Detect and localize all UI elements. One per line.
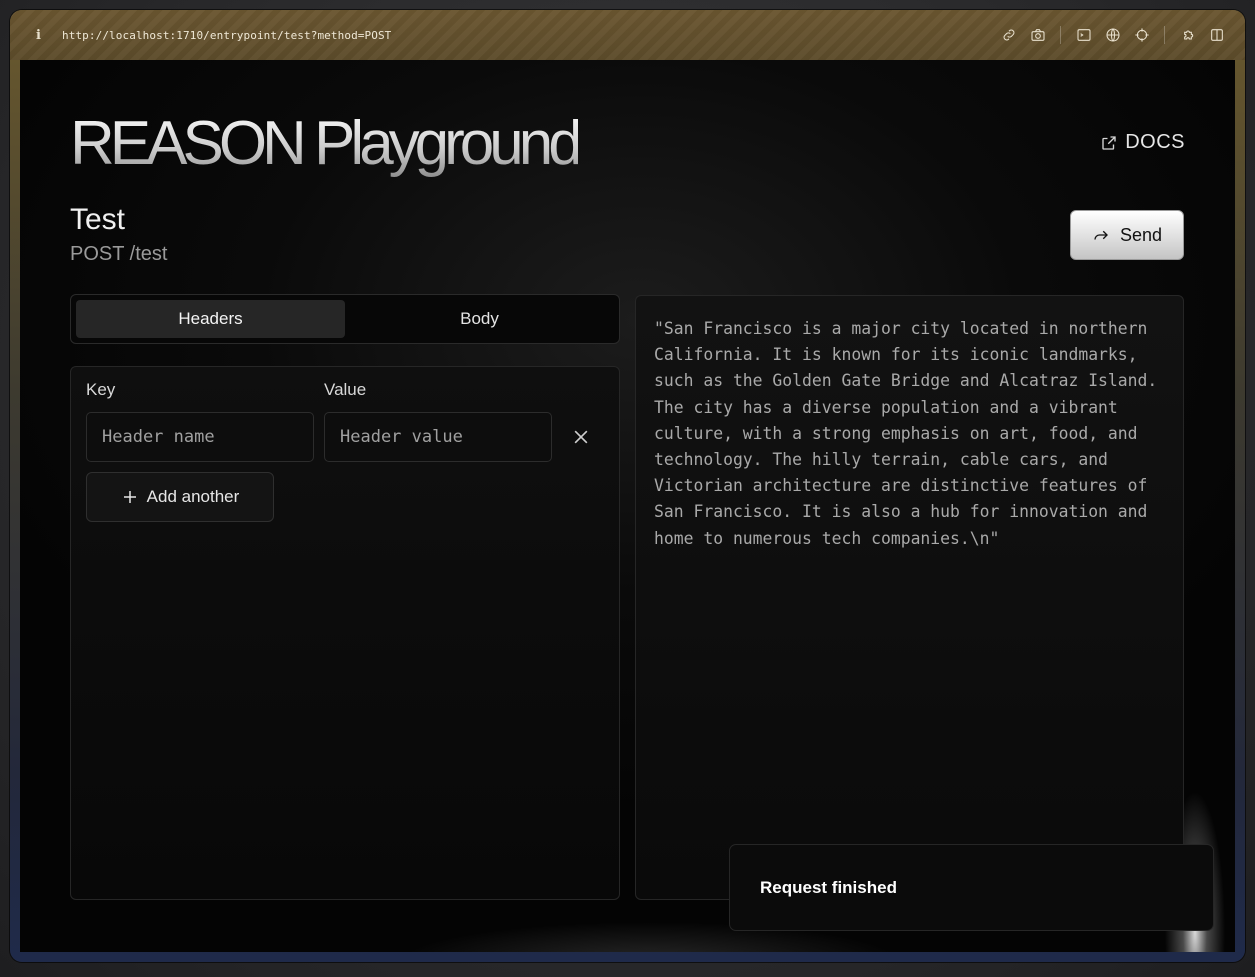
header-name-input[interactable] (86, 412, 314, 462)
external-link-icon (1102, 135, 1116, 150)
brand-title: REASON Playground (70, 109, 583, 178)
terminal-icon[interactable] (1075, 27, 1092, 44)
remove-header-button[interactable] (571, 427, 591, 447)
value-column-label: Value (324, 380, 367, 399)
sidebar-toggle-icon[interactable] (1208, 27, 1225, 44)
key-column-label: Key (86, 380, 116, 399)
add-header-label: Add another (146, 487, 240, 506)
tab-body[interactable]: Body (345, 300, 614, 338)
extension-icon[interactable] (1179, 27, 1196, 44)
browser-toolbar: i http://localhost:1710/entrypoint/test?… (10, 10, 1245, 60)
browser-window: i http://localhost:1710/entrypoint/test?… (10, 10, 1245, 962)
link-icon[interactable] (1000, 27, 1017, 44)
globe-icon[interactable] (1104, 27, 1121, 44)
response-output: "San Francisco is a major city located i… (635, 295, 1184, 900)
toast-message: Request finished (760, 877, 897, 897)
docs-link[interactable]: DOCS (1100, 131, 1185, 154)
toolbar-divider (1060, 26, 1061, 44)
send-label: Send (1119, 224, 1163, 245)
tab-headers[interactable]: Headers (76, 300, 345, 338)
close-icon (574, 430, 588, 444)
docs-label: DOCS (1125, 131, 1185, 153)
add-header-button[interactable]: Add another (86, 472, 274, 522)
toolbar-actions (1000, 26, 1225, 44)
endpoint-method-path: POST /test (70, 243, 168, 265)
info-icon[interactable]: i (36, 28, 48, 43)
header-value-input[interactable] (324, 412, 552, 462)
endpoint-title: Test (70, 203, 126, 236)
toast-notification: Request finished (729, 844, 1214, 931)
crosshair-icon[interactable] (1133, 27, 1150, 44)
camera-icon[interactable] (1029, 27, 1046, 44)
plus-icon (123, 491, 136, 503)
forward-arrow-icon (1094, 230, 1108, 240)
address-bar[interactable]: http://localhost:1710/entrypoint/test?me… (62, 29, 391, 42)
send-button[interactable]: Send (1070, 210, 1184, 260)
page-viewport: REASON Playground DOCS Test POST /test S… (20, 60, 1235, 952)
toolbar-divider (1164, 26, 1165, 44)
headers-panel: Key Value Add another (70, 366, 620, 900)
request-tabs: Headers Body (70, 294, 620, 344)
